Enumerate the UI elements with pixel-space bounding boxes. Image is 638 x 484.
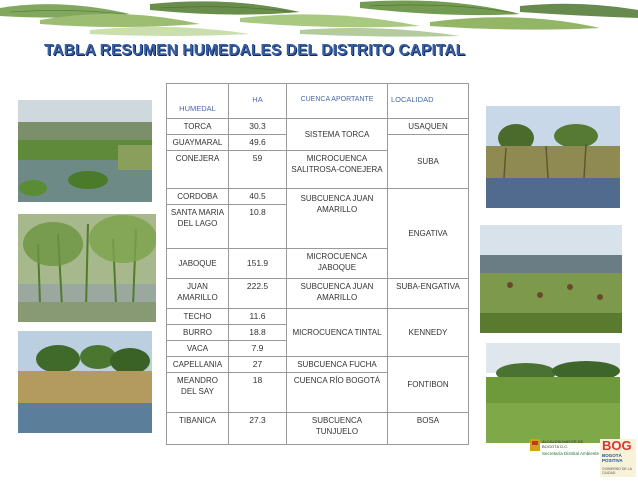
ha-cell: 59 (228, 150, 287, 189)
ha-cell: 222.5 (228, 278, 287, 309)
humedal-cell: TIBANICA (166, 412, 229, 445)
localidad-cell: USAQUEN (387, 118, 469, 135)
humedal-cell: GUAYMARAL (166, 134, 229, 151)
wetlands-table: HUMEDAL HA CUENCA APORTANTE LOCALIDAD TO… (166, 83, 469, 445)
humedal-cell: TECHO (166, 308, 229, 325)
cuenca-cell: MICROCUENCA JABOQUE (286, 248, 388, 279)
localidad-cell: ENGATIVA (387, 188, 469, 279)
wetland-photo-2 (18, 214, 156, 322)
ha-cell: 49.6 (228, 134, 287, 151)
header-localidad: LOCALIDAD (387, 83, 469, 119)
ha-cell: 18 (228, 372, 287, 413)
header-humedal: HUMEDAL (166, 83, 229, 119)
page-title: TABLA RESUMEN HUMEDALES DEL DISTRITO CAP… (44, 42, 466, 59)
header-cuenca: CUENCA APORTANTE (286, 83, 388, 119)
ha-cell: 30.3 (228, 118, 287, 135)
humedal-cell: BURRO (166, 324, 229, 341)
ha-cell: 18.8 (228, 324, 287, 341)
bog-logo-text: BOG (602, 438, 632, 453)
cuenca-cell: MICROCUENCA SALITROSA-CONEJERA (286, 150, 388, 189)
alcaldia-label: ALCALDÍA MAYOR DE BOGOTÁ D.C. (542, 439, 584, 449)
ha-cell: 27 (228, 356, 287, 373)
slogan-label: GOBIERNO DE LA CIUDAD (602, 467, 632, 475)
ha-cell: 11.6 (228, 308, 287, 325)
bogota-positiva-label: BOGOTÁ POSITIVA (602, 453, 623, 463)
cuenca-cell: SUBCUENCA JUAN AMARILLO (286, 188, 388, 249)
wetland-photo-3 (18, 331, 152, 433)
humedal-cell: SANTA MARIA DEL LAGO (166, 204, 229, 249)
localidad-cell: BOSA (387, 412, 469, 445)
humedal-cell: VACA (166, 340, 229, 357)
localidad-cell: SUBA (387, 134, 469, 189)
wetland-photo-5 (480, 225, 622, 333)
ha-cell: 10.8 (228, 204, 287, 249)
cuenca-cell: SUBCUENCA JUAN AMARILLO (286, 278, 388, 309)
localidad-cell: KENNEDY (387, 308, 469, 357)
footer-logos: ALCALDÍA MAYOR DE BOGOTÁ D.C. Secretaría… (528, 437, 638, 479)
wetland-photo-1 (18, 100, 152, 202)
humedal-cell: TORCA (166, 118, 229, 135)
humedal-cell: CORDOBA (166, 188, 229, 205)
humedal-cell: CONEJERA (166, 150, 229, 189)
ha-cell: 27.3 (228, 412, 287, 445)
cuenca-cell: SUBCUENCA TUNJUELO (286, 412, 388, 445)
cuenca-cell: SUBCUENCA FUCHA (286, 356, 388, 373)
ha-cell: 7.9 (228, 340, 287, 357)
ha-cell: 40.5 (228, 188, 287, 205)
humedal-cell: JUAN AMARILLO (166, 278, 229, 309)
cuenca-cell: MICROCUENCA TINTAL (286, 308, 388, 357)
cuenca-cell: SISTEMA TORCA (286, 118, 388, 151)
humedal-cell: MEANDRO DEL SAY (166, 372, 229, 413)
cuenca-cell: CUENCA RÍO BOGOTÁ (286, 372, 388, 413)
localidad-cell: SUBA-ENGATIVA (387, 278, 469, 309)
wetland-photo-4 (486, 106, 620, 208)
ha-cell: 151.9 (228, 248, 287, 279)
localidad-cell: FONTIBON (387, 356, 469, 413)
header-ha: HA (228, 83, 287, 119)
leaves-banner (0, 0, 638, 38)
humedal-cell: JABOQUE (166, 248, 229, 279)
humedal-cell: CAPELLANIA (166, 356, 229, 373)
wetland-photo-6 (486, 343, 620, 443)
secretaria-label: Secretaría Distrital Ambiente (542, 451, 600, 456)
